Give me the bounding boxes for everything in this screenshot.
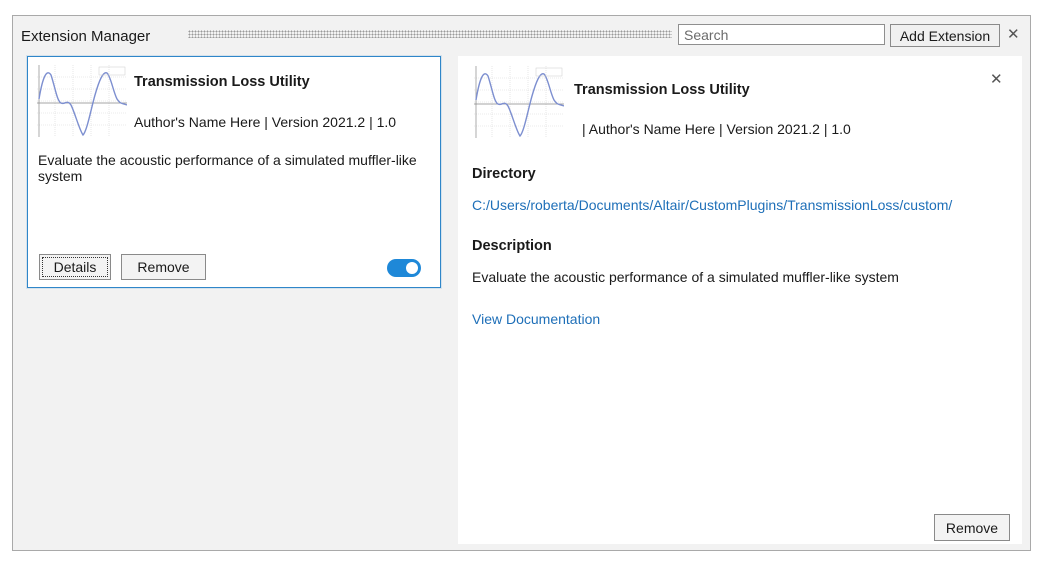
detail-remove-button[interactable]: Remove [934, 514, 1010, 541]
details-button[interactable]: Details [39, 254, 111, 280]
drag-handle[interactable] [188, 30, 672, 38]
plot-thumbnail-icon [37, 65, 127, 137]
enable-toggle[interactable] [387, 259, 421, 277]
extension-card[interactable]: Transmission Loss Utility Author's Name … [27, 56, 441, 288]
extension-description: Evaluate the acoustic performance of a s… [38, 152, 417, 184]
close-details-icon[interactable]: ✕ [990, 70, 1003, 88]
remove-button[interactable]: Remove [121, 254, 206, 280]
extension-author-version: Author's Name Here | Version 2021.2 | 1.… [134, 114, 397, 130]
add-extension-button[interactable]: Add Extension [890, 24, 1000, 47]
window-title: Extension Manager [21, 28, 151, 45]
search-input[interactable] [678, 24, 885, 45]
directory-heading: Directory [472, 166, 536, 182]
plot-thumbnail-icon [474, 66, 564, 138]
title-bar: Extension Manager Add Extension ✕ [13, 16, 1030, 56]
detail-title: Transmission Loss Utility [574, 82, 750, 98]
detail-description: Evaluate the acoustic performance of a s… [472, 269, 899, 285]
view-documentation-link[interactable]: View Documentation [472, 311, 600, 327]
directory-path-link[interactable]: C:/Users/roberta/Documents/Altair/Custom… [472, 197, 952, 213]
description-heading: Description [472, 238, 552, 254]
close-icon[interactable]: ✕ [1007, 25, 1020, 43]
detail-author-version: | Author's Name Here | Version 2021.2 | … [582, 121, 851, 137]
extension-manager-window: Extension Manager Add Extension ✕ Transm… [12, 15, 1031, 551]
toggle-knob [406, 262, 418, 274]
details-panel: Transmission Loss Utility | Author's Nam… [458, 56, 1022, 544]
extension-title: Transmission Loss Utility [134, 74, 310, 90]
